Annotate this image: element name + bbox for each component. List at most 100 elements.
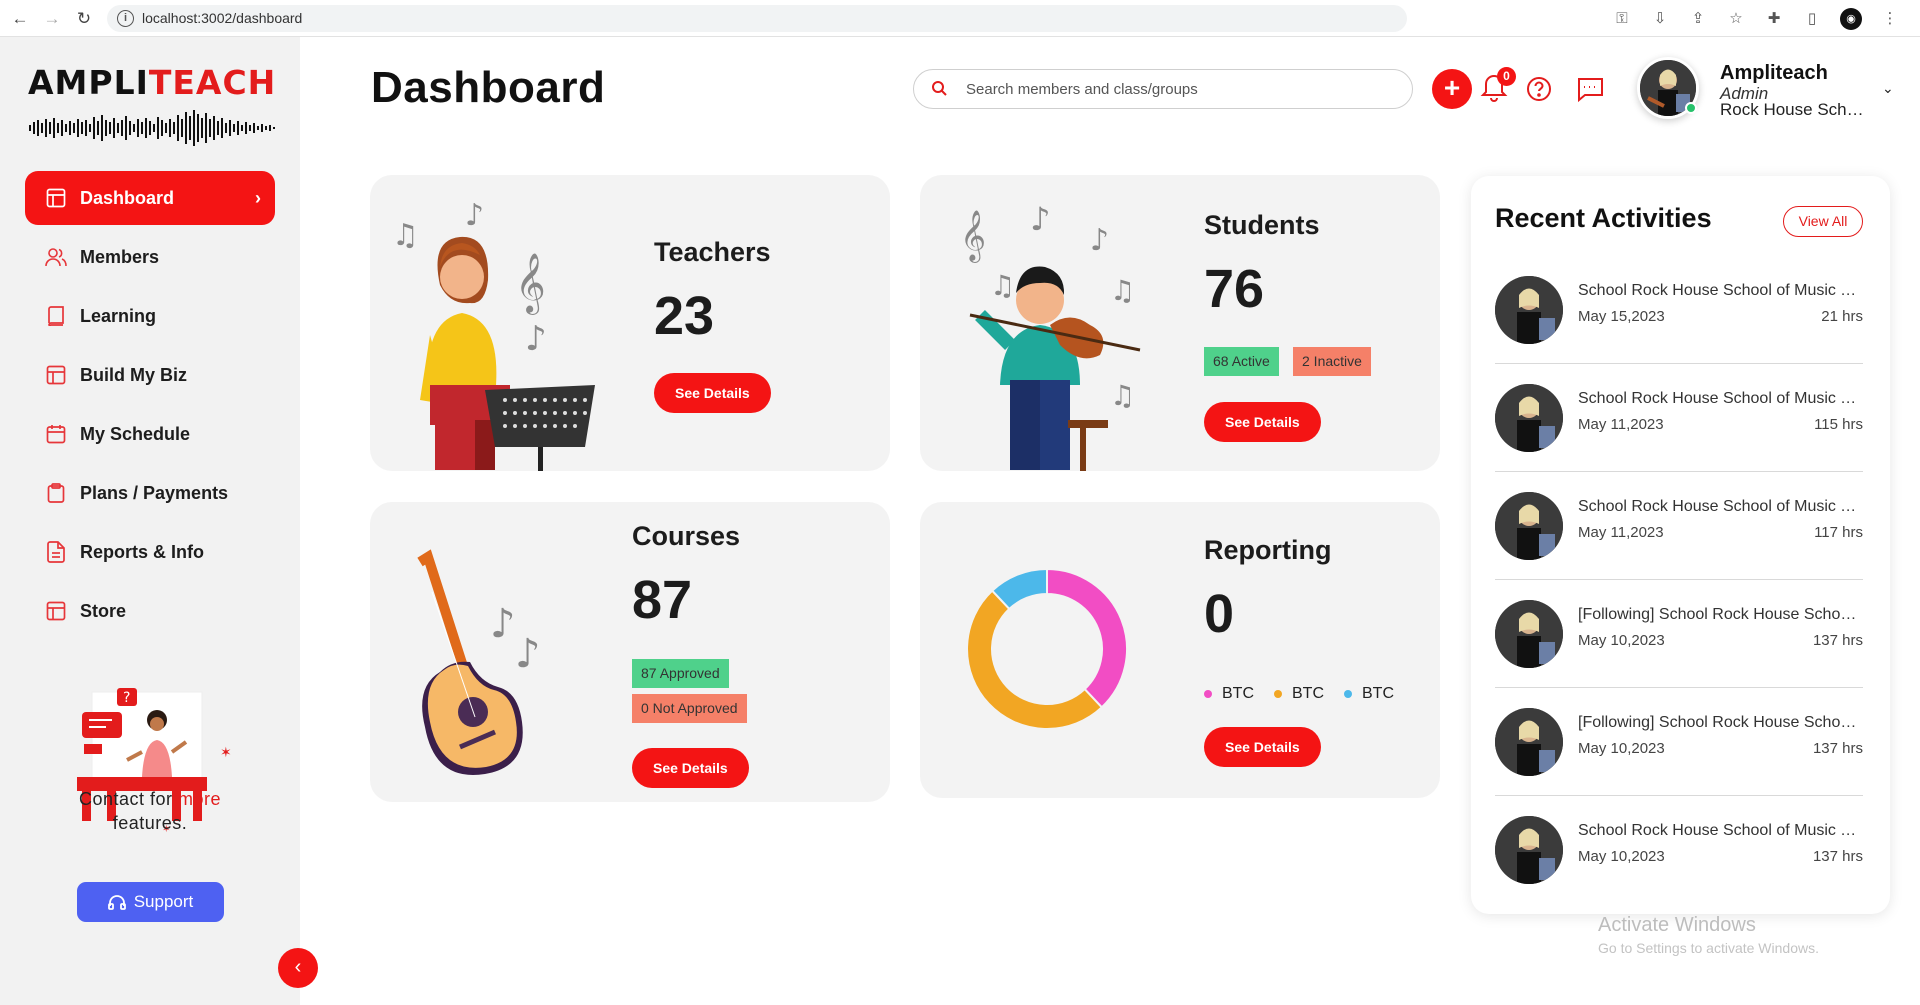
calendar-icon <box>45 423 67 445</box>
courses-see-details-button[interactable]: See Details <box>632 748 749 788</box>
activity-time-ago: 137 hrs <box>1812 632 1863 649</box>
view-all-button[interactable]: View All <box>1783 206 1863 237</box>
recent-activities-title: Recent Activities <box>1495 203 1712 233</box>
install-icon[interactable]: ⇩ <box>1650 9 1670 29</box>
svg-text:♪: ♪ <box>525 319 547 359</box>
donut-slice-1 <box>1046 567 1128 709</box>
svg-text:♫: ♫ <box>392 218 419 253</box>
sidebar-item-plans-payments[interactable]: Plans / Payments <box>25 466 275 520</box>
sidepanel-icon[interactable]: ▯ <box>1802 9 1822 29</box>
list-item[interactable]: School Rock House School of Music Teache… <box>1495 256 1863 364</box>
help-icon[interactable] <box>1525 75 1553 103</box>
notifications-button[interactable]: 0 <box>1480 67 1516 106</box>
courses-approved-badge: 87 Approved <box>632 659 729 688</box>
sidebar-item-dashboard[interactable]: Dashboard › <box>25 171 275 225</box>
address-bar[interactable]: i localhost:3002/dashboard <box>107 5 1407 32</box>
sidebar-item-label: Reports & Info <box>80 541 204 562</box>
legend-item: BTC <box>1344 685 1394 703</box>
sidebar-item-learning[interactable]: Learning <box>25 289 275 343</box>
share-icon[interactable]: ⇪ <box>1688 9 1708 29</box>
sidebar-item-store[interactable]: Store <box>25 584 275 638</box>
search-input[interactable]: Search members and class/groups <box>913 69 1413 109</box>
svg-text:♪: ♪ <box>490 601 516 647</box>
sidebar-item-members[interactable]: Members <box>25 230 275 284</box>
site-info-icon[interactable]: i <box>117 10 134 27</box>
menu-dots-icon[interactable]: ⋮ <box>1880 9 1900 29</box>
reporting-legend: BTC BTC BTC <box>1204 685 1394 703</box>
list-item[interactable]: School Rock House School of Music Teache… <box>1495 796 1863 904</box>
svg-text:?: ? <box>123 690 130 706</box>
recent-activities-panel: Recent Activities View All School Rock H… <box>1471 176 1890 914</box>
layout-icon <box>45 600 67 622</box>
activity-list: School Rock House School of Music Teache… <box>1495 256 1863 904</box>
courses-title: Courses <box>632 521 741 551</box>
back-icon[interactable]: ← <box>10 9 30 29</box>
search-icon <box>932 81 947 96</box>
activity-date: May 15,2023 <box>1578 308 1665 325</box>
activity-text: [Following] School Rock House School of … <box>1578 606 1863 623</box>
file-text-icon <box>45 541 67 563</box>
message-icon[interactable] <box>1575 75 1605 103</box>
collapse-sidebar-button[interactable]: ‹ <box>278 948 318 988</box>
donut-slice-2 <box>966 589 1104 730</box>
svg-text:✶: ✶ <box>220 745 232 761</box>
forward-icon[interactable]: → <box>42 9 62 29</box>
reporting-see-details-button[interactable]: See Details <box>1204 727 1321 767</box>
list-item[interactable]: [Following] School Rock House School of … <box>1495 688 1863 796</box>
search-placeholder: Search members and class/groups <box>966 81 1198 98</box>
teachers-count: 23 <box>654 286 715 346</box>
sidebar-item-label: Learning <box>80 305 157 326</box>
list-item[interactable]: School Rock House School of Music Teache… <box>1495 364 1863 472</box>
logo[interactable]: AMPLITEACH <box>28 63 278 148</box>
svg-text:♪: ♪ <box>1030 200 1050 238</box>
teachers-card: ♫ ♪ 𝄞 ♪ Teachers 23 See Details <box>370 175 890 471</box>
activity-time-ago: 137 hrs <box>1812 848 1863 865</box>
svg-text:♫: ♫ <box>990 269 1015 302</box>
students-see-details-button[interactable]: See Details <box>1204 402 1321 442</box>
activity-time-ago: 21 hrs <box>1821 308 1863 325</box>
activity-time-ago: 137 hrs <box>1812 740 1863 757</box>
page-title: Dashboard <box>371 63 606 112</box>
courses-card: ♪ ♪ Courses 87 87 Approved 0 Not Approve… <box>370 502 890 802</box>
browser-toolbar: ← → ↻ i localhost:3002/dashboard ⚿ ⇩ ⇪ ☆… <box>0 0 1920 37</box>
chevron-down-icon[interactable]: ⌄ <box>1882 80 1894 97</box>
courses-count: 87 <box>632 570 693 630</box>
avatar <box>1495 708 1563 776</box>
online-status-indicator <box>1685 102 1697 114</box>
user-school: Rock House School of Music <box>1720 100 1870 119</box>
teachers-title: Teachers <box>654 237 771 267</box>
guitar-illustration: ♪ ♪ <box>417 549 541 776</box>
notification-badge: 0 <box>1497 67 1516 86</box>
legend-dot <box>1274 690 1282 698</box>
sidebar-item-build-my-biz[interactable]: Build My Biz <box>25 348 275 402</box>
avatar <box>1495 276 1563 344</box>
legend-item: BTC <box>1274 685 1324 703</box>
sidebar-item-my-schedule[interactable]: My Schedule <box>25 407 275 461</box>
svg-text:𝄞: 𝄞 <box>515 253 546 315</box>
star-icon[interactable]: ☆ <box>1726 9 1746 29</box>
activate-windows-subtitle: Go to Settings to activate Windows. <box>1598 940 1819 956</box>
sidebar-item-reports-info[interactable]: Reports & Info <box>25 525 275 579</box>
students-count: 76 <box>1204 259 1265 319</box>
list-item[interactable]: [Following] School Rock House School of … <box>1495 580 1863 688</box>
extensions-icon[interactable]: ✚ <box>1764 9 1784 29</box>
students-inactive-badge: 2 Inactive <box>1293 347 1371 376</box>
reload-icon[interactable]: ↻ <box>74 9 94 29</box>
key-icon[interactable]: ⚿ <box>1612 9 1632 29</box>
support-button[interactable]: Support <box>77 882 224 922</box>
courses-not-approved-badge: 0 Not Approved <box>632 694 747 723</box>
svg-text:♪: ♪ <box>1090 223 1109 258</box>
sidebar: AMPLITEACH Dashboard › Members Learning … <box>0 37 300 1005</box>
svg-text:♫: ♫ <box>1110 379 1135 412</box>
profile-icon[interactable]: ◉ <box>1840 8 1862 30</box>
clipboard-icon <box>45 482 67 504</box>
layout-icon <box>45 364 67 386</box>
avatar <box>1495 384 1563 452</box>
legend-dot <box>1344 690 1352 698</box>
teachers-see-details-button[interactable]: See Details <box>654 373 771 413</box>
more-link[interactable]: more <box>178 789 221 809</box>
list-item[interactable]: School Rock House School of Music Teache… <box>1495 472 1863 580</box>
activity-time-ago: 117 hrs <box>1814 524 1863 541</box>
sidebar-menu: Dashboard › Members Learning Build My Bi… <box>25 171 275 643</box>
add-button[interactable]: + <box>1432 69 1472 109</box>
